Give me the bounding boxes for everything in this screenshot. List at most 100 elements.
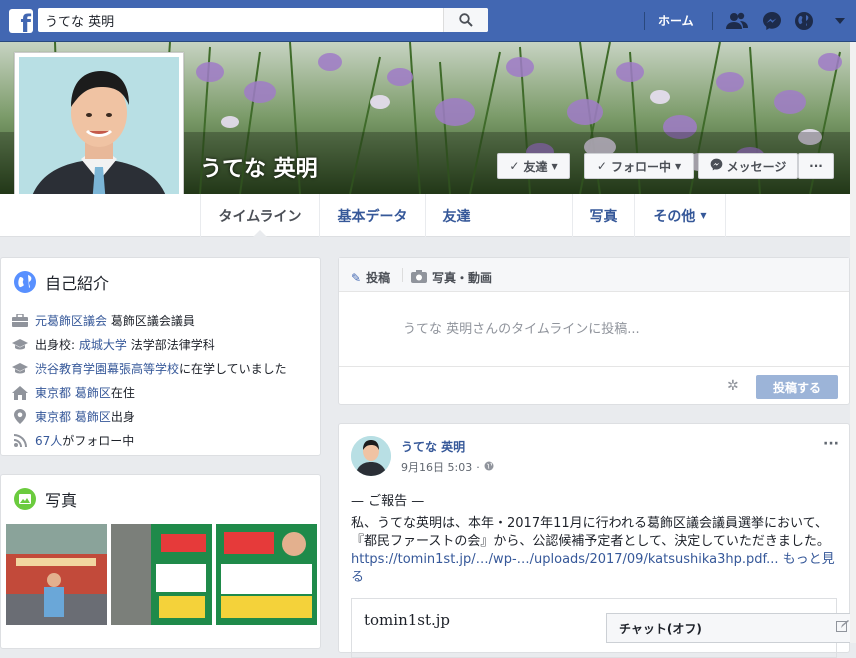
more-options-button[interactable]: ··· <box>798 153 834 179</box>
divider <box>402 268 403 282</box>
search-button[interactable] <box>443 8 488 32</box>
photos-card: 写真 <box>0 474 321 649</box>
intro-row-from: 東京都 葛飾区出身 <box>12 408 135 425</box>
more-icon: ··· <box>809 159 823 173</box>
friend-requests-icon[interactable] <box>725 9 749 33</box>
composer-tab-post[interactable]: ✎ 投稿 <box>351 269 390 286</box>
intro-row-education-university: 出身校: 成城大学 法学部法律学科 <box>12 336 215 353</box>
tab-more[interactable]: その他 ▼ <box>634 194 726 237</box>
chat-bar[interactable]: チャット(オフ) <box>606 613 856 643</box>
post-timestamp[interactable]: 9月16日 5:03 <box>401 459 472 475</box>
highschool-text: に在学していました <box>179 362 287 376</box>
link-preview-domain: tomin1st.jp <box>364 611 451 629</box>
tab-about-label: 基本データ <box>337 208 408 225</box>
intro-row-lives-in: 東京都 葛飾区在住 <box>12 384 135 401</box>
divider <box>339 366 849 367</box>
follow-button-label: フォロー中 <box>610 159 671 174</box>
from-link[interactable]: 東京都 葛飾区 <box>35 410 111 424</box>
facebook-logo-icon[interactable]: f <box>9 9 33 36</box>
tab-friends[interactable]: 友達 <box>425 194 487 237</box>
intro-row-education-highschool: 渋谷教育学園幕張高等学校に在学していました <box>12 360 287 377</box>
scrollbar[interactable] <box>850 42 856 643</box>
divider <box>712 12 713 30</box>
message-button[interactable]: メッセージ <box>698 153 798 179</box>
photos-header: 写真 <box>1 475 320 523</box>
notifications-globe-icon[interactable] <box>792 9 816 33</box>
photo-thumbnail[interactable] <box>111 524 212 625</box>
post-meta: 9月16日 5:03 · <box>401 459 494 475</box>
intro-card: 自己紹介 元葛飾区議会 葛飾区議会議員 出身校: 成城大学 法学部法律学科 渋谷… <box>0 257 321 456</box>
briefcase-icon <box>12 314 28 328</box>
author-avatar[interactable] <box>351 436 391 476</box>
top-bar: f ホーム <box>0 0 856 42</box>
pencil-icon: ✎ <box>351 270 362 285</box>
divider <box>644 12 645 30</box>
lives-in-text: 在住 <box>110 386 135 400</box>
followers-link[interactable]: 67人 <box>35 434 62 448</box>
photo-thumbnail[interactable] <box>216 524 317 625</box>
tab-photos-label: 写真 <box>589 208 618 225</box>
tab-about[interactable]: 基本データ <box>319 194 425 237</box>
profile-picture <box>19 57 179 217</box>
post-submit-button[interactable]: 投稿する <box>756 375 838 399</box>
post-author-link[interactable]: うてな 英明 <box>401 438 465 455</box>
university-text: 法学部法律学科 <box>126 338 215 352</box>
post-body: 私、うてな英明は、本年・2017年11月に行われる葛飾区議会議員選挙において、『… <box>351 515 837 587</box>
work-text: 葛飾区議会議員 <box>107 314 195 328</box>
settings-gear-icon[interactable]: ✲ <box>727 378 739 394</box>
search-icon <box>459 13 473 27</box>
chevron-down-icon: ▼ <box>674 161 682 171</box>
lives-in-link[interactable]: 東京都 葛飾区 <box>35 386 111 400</box>
messenger-icon <box>710 158 723 174</box>
home-link[interactable]: ホーム <box>658 12 694 29</box>
graduation-cap-icon <box>12 338 28 352</box>
highschool-link[interactable]: 渋谷教育学園幕張高等学校 <box>35 362 179 376</box>
chevron-down-icon: ▼ <box>551 161 558 171</box>
post-options-icon[interactable]: ··· <box>823 436 839 452</box>
work-link[interactable]: 元葛飾区議会 <box>35 314 107 328</box>
composer-input[interactable]: うてな 英明さんのタイムラインに投稿... <box>403 318 640 337</box>
public-globe-icon[interactable] <box>484 461 494 474</box>
camera-icon <box>411 269 427 286</box>
intro-header: 自己紹介 <box>1 258 320 306</box>
intro-title: 自己紹介 <box>45 274 110 293</box>
intro-row-followers: 67人がフォロー中 <box>12 432 134 449</box>
home-icon <box>12 385 28 400</box>
intro-row-work: 元葛飾区議会 葛飾区議会議員 <box>12 312 195 329</box>
chat-label: チャット(オフ) <box>619 621 702 636</box>
profile-person-image <box>19 57 179 217</box>
composer-card: ✎ 投稿 写真・動画 うてな 英明さんのタイムラインに投稿... ✲ 投稿する <box>338 257 850 405</box>
search-input[interactable] <box>38 8 438 32</box>
tab-photos[interactable]: 写真 <box>572 194 634 237</box>
dot-separator: · <box>476 460 480 474</box>
account-menu-icon[interactable] <box>830 9 850 33</box>
friend-button[interactable]: ✓ 友達 ▼ <box>497 153 570 179</box>
post-url-link[interactable]: https://tomin1st.jp/…/wp-…/uploads/2017/… <box>351 552 779 567</box>
photo-icon <box>14 488 36 510</box>
tab-more-label: その他 <box>653 208 696 225</box>
tab-timeline-label: タイムライン <box>218 208 302 225</box>
checkmark-icon: ✓ <box>596 159 607 173</box>
profile-name: うてな 英明 <box>200 157 318 182</box>
rss-icon <box>12 434 28 448</box>
composer-tab-post-label: 投稿 <box>366 271 391 285</box>
post-body-text: 私、うてな英明は、本年・2017年11月に行われる葛飾区議会議員選挙において、『… <box>351 516 830 549</box>
follow-button[interactable]: ✓ フォロー中 ▼ <box>584 153 694 179</box>
checkmark-icon: ✓ <box>509 159 520 173</box>
compose-message-icon[interactable] <box>836 620 849 636</box>
message-button-label: メッセージ <box>726 159 787 174</box>
composer-tab-photo-label: 写真・動画 <box>432 271 493 285</box>
post-line1: — ご報告 — <box>351 494 425 509</box>
profile-nav-bar: タイムライン 基本データ 友達 写真 その他 ▼ <box>0 194 850 238</box>
from-text: 出身 <box>110 410 135 424</box>
tab-friends-label: 友達 <box>442 208 471 225</box>
university-link[interactable]: 成城大学 <box>79 338 127 352</box>
composer-tab-photo[interactable]: 写真・動画 <box>411 269 492 286</box>
photo-thumbnail[interactable] <box>6 524 107 625</box>
graduation-cap-icon <box>12 362 28 376</box>
education-prefix: 出身校: <box>35 338 79 352</box>
chevron-down-icon: ▼ <box>700 211 707 220</box>
globe-icon <box>14 271 36 293</box>
friend-button-label: 友達 <box>523 159 548 174</box>
messenger-icon[interactable] <box>760 9 784 33</box>
